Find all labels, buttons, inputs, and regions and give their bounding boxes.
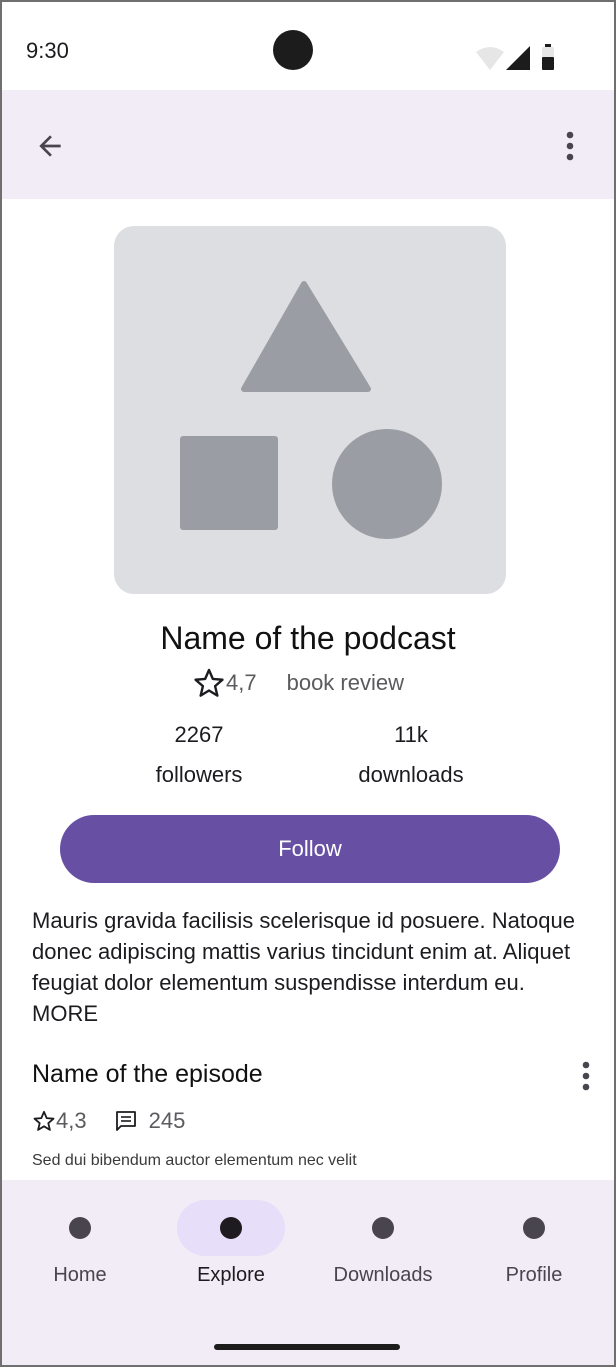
episode-rating: 4,3 xyxy=(56,1108,87,1133)
nav-item-explore[interactable]: Explore xyxy=(156,1200,306,1310)
explore-icon xyxy=(220,1217,242,1239)
downloads-count: 11k xyxy=(394,722,428,747)
triangle-shape xyxy=(241,281,371,392)
wifi-icon xyxy=(476,47,504,70)
podcast-title: Name of the podcast xyxy=(160,620,456,656)
more-vert-icon xyxy=(566,131,574,161)
episode-title[interactable]: Name of the episode xyxy=(32,1060,263,1089)
comment-icon xyxy=(115,1111,136,1131)
profile-icon xyxy=(523,1217,545,1239)
followers-count: 2267 xyxy=(174,722,224,747)
nav-item-home[interactable]: Home xyxy=(5,1200,155,1310)
bottom-navigation-bar: Home Explore Downloads Profile xyxy=(2,1180,614,1365)
downloads-icon xyxy=(372,1217,394,1239)
home-icon xyxy=(69,1217,91,1239)
status-bar: 9:30 xyxy=(2,2,614,90)
episode-more-options-button[interactable] xyxy=(570,1056,602,1096)
episode-meta: 4,3 245 xyxy=(32,1108,185,1134)
signal-icon xyxy=(506,46,530,70)
nav-label-explore: Explore xyxy=(197,1264,265,1286)
star-outline-icon xyxy=(33,1110,55,1131)
nav-item-profile[interactable]: Profile xyxy=(459,1200,609,1310)
gesture-home-indicator[interactable] xyxy=(214,1344,400,1350)
episode-description: Sed dui bibendum auctor elementum nec ve… xyxy=(32,1152,357,1169)
podcast-genre: book review xyxy=(286,670,404,695)
follow-button[interactable]: Follow xyxy=(60,815,560,883)
podcast-rating: 4,7 xyxy=(226,670,257,695)
more-options-button[interactable] xyxy=(550,126,590,166)
status-time: 9:30 xyxy=(26,38,69,63)
nav-label-home: Home xyxy=(53,1264,107,1286)
star-outline-icon xyxy=(194,668,224,697)
back-button[interactable] xyxy=(30,126,70,166)
nav-label-profile: Profile xyxy=(505,1264,563,1286)
followers-label: followers xyxy=(155,762,243,787)
circle-shape xyxy=(332,429,442,539)
episode-comment-count: 245 xyxy=(148,1108,186,1133)
battery-icon xyxy=(542,44,554,70)
nav-item-downloads[interactable]: Downloads xyxy=(308,1200,458,1310)
more-vert-icon xyxy=(582,1061,590,1091)
nav-label-downloads: Downloads xyxy=(333,1264,433,1286)
square-shape xyxy=(180,436,278,530)
phone-screen: 9:30 Name of the podcast 4,7 book review… xyxy=(0,0,616,1367)
downloads-label: downloads xyxy=(358,762,464,787)
back-arrow-icon xyxy=(39,135,61,157)
podcast-cover-placeholder xyxy=(114,226,506,594)
camera-cutout xyxy=(273,30,313,70)
status-icons xyxy=(476,44,560,77)
podcast-meta: 4,7 book review xyxy=(192,666,452,700)
podcast-description: Mauris gravida facilisis scelerisque id … xyxy=(32,908,575,1026)
top-app-bar xyxy=(2,90,614,199)
